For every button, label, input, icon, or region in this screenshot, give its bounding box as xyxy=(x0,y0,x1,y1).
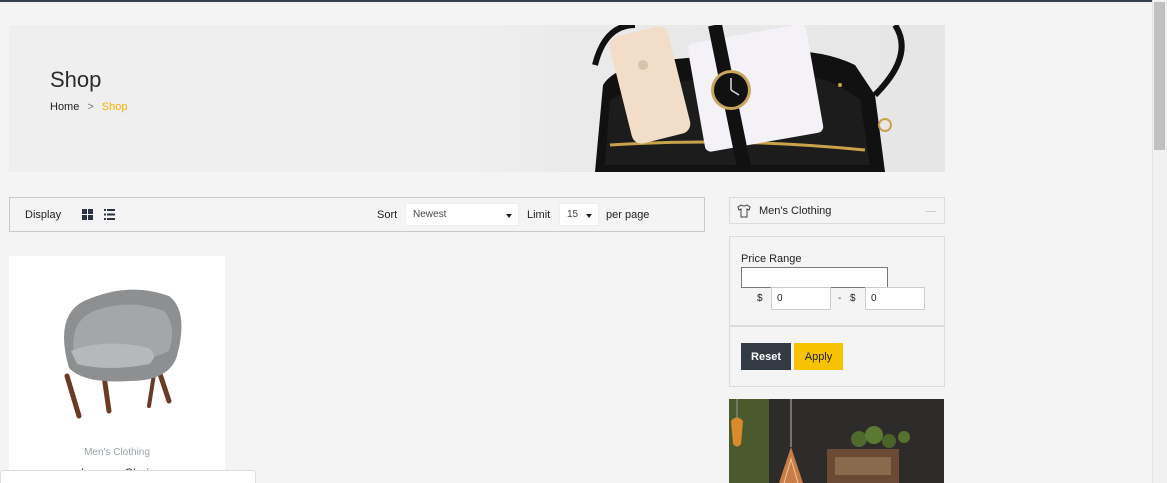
chevron-down-icon xyxy=(506,214,512,218)
product-category[interactable]: Men's Clothing xyxy=(9,447,225,458)
price-range-slider[interactable] xyxy=(741,267,888,288)
reset-button[interactable]: Reset xyxy=(741,343,791,370)
breadcrumb-home-link[interactable]: Home xyxy=(50,101,79,113)
price-dash: - xyxy=(838,293,842,304)
sort-select[interactable]: Newest xyxy=(405,203,519,226)
min-currency-symbol: $ xyxy=(757,293,763,304)
top-border xyxy=(0,0,1152,2)
page-title: Shop xyxy=(50,67,102,92)
price-range-filter: Price Range $ - $ xyxy=(729,236,945,326)
price-range-label: Price Range xyxy=(741,253,802,265)
promo-banner-image[interactable] xyxy=(729,399,944,483)
max-currency-symbol: $ xyxy=(850,293,856,304)
limit-select[interactable]: 15 xyxy=(559,203,599,226)
apply-button[interactable]: Apply xyxy=(794,343,843,370)
grid-view-icon[interactable] xyxy=(82,209,93,220)
per-page-label: per page xyxy=(606,209,650,221)
collapse-icon[interactable] xyxy=(926,211,936,212)
breadcrumb: Home > Shop xyxy=(50,101,127,113)
limit-select-value: 15 xyxy=(567,209,579,220)
min-price-input[interactable] xyxy=(771,287,831,310)
product-card[interactable]: Men's Clothing Lounge Chair xyxy=(9,256,225,483)
list-view-icon[interactable] xyxy=(104,209,115,220)
shop-toolbar: Display Sort Newest Limit 15 per page xyxy=(9,197,705,232)
sort-select-value: Newest xyxy=(413,209,447,220)
promo-image xyxy=(729,399,944,483)
display-label: Display xyxy=(25,209,62,221)
cookie-notice-box xyxy=(0,470,256,483)
breadcrumb-current: Shop xyxy=(101,101,128,113)
page-scrollbar[interactable] xyxy=(1152,0,1167,483)
max-price-input[interactable] xyxy=(865,287,925,310)
sort-label: Sort xyxy=(377,209,398,221)
product-image xyxy=(64,289,182,419)
category-filter-label: Men's Clothing xyxy=(759,205,832,217)
limit-label: Limit xyxy=(527,209,551,221)
banner-image xyxy=(475,25,945,172)
category-filter-header[interactable]: Men's Clothing xyxy=(729,197,945,224)
breadcrumb-separator: > xyxy=(87,101,94,113)
scrollbar-thumb[interactable] xyxy=(1154,2,1165,150)
filter-actions: Reset Apply xyxy=(729,326,945,387)
tshirt-icon xyxy=(737,204,751,218)
chevron-down-icon xyxy=(586,214,592,218)
shop-banner: Shop Home > Shop xyxy=(9,25,945,172)
